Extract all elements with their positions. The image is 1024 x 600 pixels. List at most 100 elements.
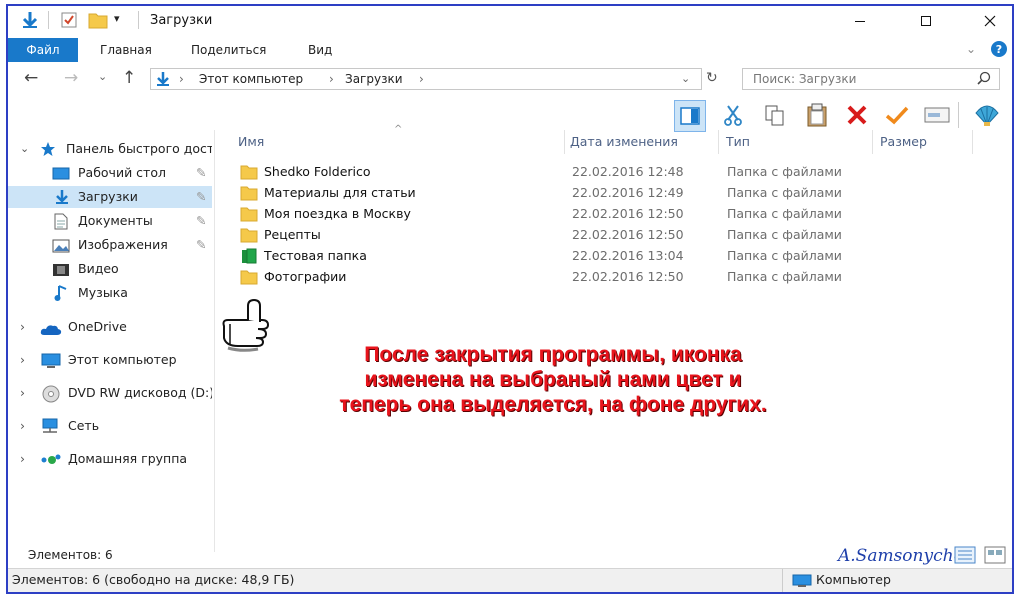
table-row[interactable]: Shedko Folderico 22.02.2016 12:48 Папка … xyxy=(230,162,880,183)
shell-icon[interactable] xyxy=(972,100,1002,130)
table-row[interactable]: Материалы для статьи 22.02.2016 12:49 Па… xyxy=(230,183,880,204)
cut-icon[interactable] xyxy=(718,100,748,130)
nav-onedrive-label: OneDrive xyxy=(68,319,127,334)
expand-right-icon[interactable]: › xyxy=(20,349,25,371)
column-divider[interactable] xyxy=(564,130,565,154)
refresh-icon[interactable]: ↻ xyxy=(706,70,718,86)
column-divider[interactable] xyxy=(718,130,719,154)
file-name: Рецепты xyxy=(264,227,321,242)
expand-right-icon[interactable]: › xyxy=(20,382,25,404)
expand-right-icon[interactable]: › xyxy=(20,316,25,338)
title-bar: ▾ Загрузки xyxy=(8,6,1012,36)
annotation-text: После закрытия программы, иконка изменен… xyxy=(258,342,848,417)
network-icon xyxy=(40,418,60,437)
nav-network[interactable]: › Сеть xyxy=(8,415,212,437)
table-row[interactable]: Моя поездка в Москву 22.02.2016 12:50 Па… xyxy=(230,204,880,225)
file-name: Материалы для статьи xyxy=(264,185,416,200)
folder-icon xyxy=(240,206,258,225)
nav-onedrive[interactable]: › OneDrive xyxy=(8,316,212,338)
breadcrumb-chevron-icon[interactable]: › xyxy=(419,72,424,86)
expand-right-icon[interactable]: › xyxy=(20,415,25,437)
star-icon xyxy=(40,141,56,160)
expand-right-icon[interactable]: › xyxy=(20,448,25,470)
nav-pictures[interactable]: Изображения ✎ xyxy=(8,234,212,256)
nav-homegroup-label: Домашняя группа xyxy=(68,451,188,466)
search-icon[interactable] xyxy=(977,71,991,88)
breadcrumb-chevron-icon[interactable]: › xyxy=(179,72,184,86)
preview-pane-icon[interactable] xyxy=(674,100,706,132)
sort-up-icon: ^ xyxy=(394,124,403,135)
copy-icon[interactable] xyxy=(760,100,790,130)
help-icon[interactable]: ? xyxy=(990,40,1008,61)
download-arrow-icon[interactable] xyxy=(20,10,40,33)
expand-down-icon[interactable]: ⌄ xyxy=(20,138,29,160)
table-row[interactable]: Фотографии 22.02.2016 12:50 Папка с файл… xyxy=(230,267,880,288)
tab-file[interactable]: Файл xyxy=(8,38,78,62)
nav-this-pc[interactable]: › Этот компьютер xyxy=(8,349,212,371)
back-icon[interactable]: ← xyxy=(24,68,38,88)
forward-icon[interactable]: → xyxy=(64,68,78,88)
table-row[interactable]: Тестовая папка 22.02.2016 13:04 Папка с … xyxy=(230,246,880,267)
file-type: Папка с файлами xyxy=(727,185,842,200)
pin-icon[interactable]: ✎ xyxy=(196,162,206,184)
nav-downloads[interactable]: Загрузки ✎ xyxy=(8,186,212,208)
up-icon[interactable]: ↑ xyxy=(122,68,136,88)
pin-icon[interactable]: ✎ xyxy=(196,186,206,208)
qat-dropdown-icon[interactable]: ▾ xyxy=(114,12,120,25)
picture-icon xyxy=(52,238,70,256)
desktop-icon xyxy=(52,166,70,184)
table-row[interactable]: Рецепты 22.02.2016 12:50 Папка с файлами xyxy=(230,225,880,246)
breadcrumb-chevron-icon[interactable]: › xyxy=(329,72,334,86)
nav-this-pc-label: Этот компьютер xyxy=(68,352,177,367)
rename-icon[interactable] xyxy=(922,100,952,130)
address-bar[interactable]: › Этот компьютер › Загрузки › ⌄ xyxy=(150,68,702,90)
large-icons-view-icon[interactable] xyxy=(984,546,1006,567)
file-date: 22.02.2016 12:50 xyxy=(572,227,684,242)
recent-dropdown-icon[interactable]: ⌄ xyxy=(98,70,107,83)
column-size[interactable]: Размер xyxy=(880,130,927,154)
column-type[interactable]: Тип xyxy=(726,130,750,154)
dvd-icon xyxy=(42,385,60,404)
explorer-window: ▾ Загрузки Файл Главная Поделиться Вид ⌄… xyxy=(6,4,1014,594)
column-date[interactable]: Дата изменения xyxy=(570,130,678,154)
pane-divider[interactable] xyxy=(214,130,215,552)
paste-icon[interactable] xyxy=(802,100,832,130)
maximize-button[interactable] xyxy=(904,8,948,34)
delete-icon[interactable] xyxy=(842,100,872,130)
nav-desktop[interactable]: Рабочий стол ✎ xyxy=(8,162,212,184)
pin-icon[interactable]: ✎ xyxy=(196,234,206,256)
file-name: Моя поездка в Москву xyxy=(264,206,411,221)
ribbon-expand-icon[interactable]: ⌄ xyxy=(966,42,976,56)
tab-share[interactable]: Поделиться xyxy=(191,38,266,62)
minimize-button[interactable] xyxy=(838,8,882,34)
nav-videos[interactable]: Видео xyxy=(8,258,212,280)
items-count: Элементов: 6 xyxy=(28,548,113,562)
nav-dvd-drive-label: DVD RW дисковод (D:) xyxy=(68,385,212,400)
search-input[interactable]: Поиск: Загрузки xyxy=(753,72,856,86)
nav-homegroup[interactable]: › Домашняя группа xyxy=(8,448,212,470)
close-button[interactable] xyxy=(968,8,1012,34)
column-divider[interactable] xyxy=(972,130,973,154)
nav-dvd-drive[interactable]: › DVD RW дисковод (D:) xyxy=(8,382,212,404)
homegroup-icon xyxy=(40,452,62,470)
nav-music[interactable]: Музыка xyxy=(8,282,212,304)
folder-icon xyxy=(240,227,258,246)
nav-network-label: Сеть xyxy=(68,418,100,433)
pin-icon[interactable]: ✎ xyxy=(196,210,206,232)
new-folder-icon[interactable] xyxy=(88,11,108,32)
breadcrumb-this-pc[interactable]: Этот компьютер xyxy=(199,72,303,86)
tab-home[interactable]: Главная xyxy=(100,38,152,62)
column-divider[interactable] xyxy=(872,130,873,154)
details-view-icon[interactable] xyxy=(954,546,976,567)
properties-icon[interactable] xyxy=(60,11,78,32)
address-dropdown-icon[interactable]: ⌄ xyxy=(681,72,690,85)
nav-videos-label: Видео xyxy=(78,261,119,276)
checkmark-icon[interactable] xyxy=(882,100,912,130)
document-icon xyxy=(54,213,68,232)
nav-documents[interactable]: Документы ✎ xyxy=(8,210,212,232)
nav-quick-access[interactable]: ⌄ Панель быстрого доступа xyxy=(8,138,212,160)
breadcrumb-downloads[interactable]: Загрузки xyxy=(345,72,403,86)
tab-view[interactable]: Вид xyxy=(308,38,332,62)
search-box[interactable]: Поиск: Загрузки xyxy=(742,68,1000,90)
column-name[interactable]: Имя xyxy=(238,130,264,154)
